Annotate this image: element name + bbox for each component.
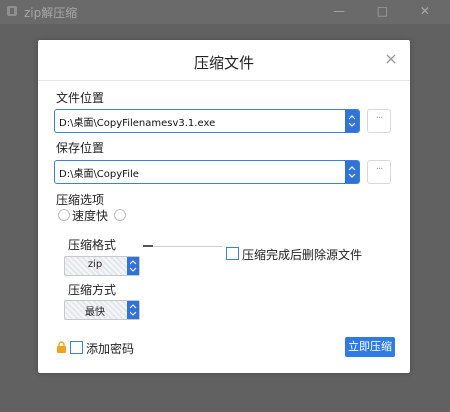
- slider-track[interactable]: [143, 246, 223, 247]
- compress-now-button[interactable]: 立即压缩: [345, 337, 395, 357]
- chevron-up-down-icon: [345, 110, 359, 132]
- compress-method-label: 压缩方式: [68, 283, 117, 297]
- slider-handle[interactable]: [143, 245, 153, 247]
- method-select[interactable]: 最快: [64, 300, 140, 320]
- ellipsis-icon: ···: [375, 113, 383, 124]
- save-location-value: D:\桌面\CopyFile: [59, 169, 139, 180]
- file-location-label: 文件位置: [56, 91, 105, 105]
- format-select[interactable]: zip: [64, 256, 140, 276]
- delete-source-checkbox[interactable]: [226, 247, 239, 260]
- save-location-label: 保存位置: [56, 141, 105, 155]
- dialog-title: 压缩文件: [193, 54, 254, 72]
- lock-icon: [56, 341, 67, 353]
- app-titlebar: zip解压缩 — □ ✕: [0, 0, 450, 24]
- chevron-up-down-icon: [345, 161, 359, 183]
- compress-format-label: 压缩格式: [68, 238, 117, 252]
- speed-option-radio[interactable]: [114, 209, 126, 221]
- title-divider: [38, 80, 410, 81]
- compress-options-label: 压缩选项: [56, 193, 105, 207]
- method-value: 最快: [85, 307, 105, 318]
- file-location-select[interactable]: D:\桌面\CopyFilenamesv3.1.exe: [54, 109, 360, 133]
- format-value: zip: [87, 259, 103, 270]
- save-location-select[interactable]: D:\桌面\CopyFile: [54, 160, 360, 184]
- file-browse-button[interactable]: ···: [367, 109, 391, 133]
- speed-fast-label: 速度快: [72, 209, 109, 223]
- add-password-checkbox[interactable]: [70, 341, 83, 354]
- compress-dialog: 压缩文件 文件位置 D:\桌面\CopyFilenamesv3.1.exe ··…: [38, 40, 410, 373]
- window-controls[interactable]: — □ ✕: [333, 4, 444, 18]
- save-browse-button[interactable]: ···: [367, 160, 391, 184]
- chevron-up-down-icon: [127, 257, 139, 275]
- speed-fast-radio[interactable]: [58, 209, 70, 221]
- ellipsis-icon: ···: [375, 164, 383, 175]
- app-title: zip解压缩: [24, 6, 78, 20]
- delete-source-label: 压缩完成后删除源文件: [242, 248, 363, 262]
- chevron-up-down-icon: [127, 301, 139, 319]
- file-location-value: D:\桌面\CopyFilenamesv3.1.exe: [59, 118, 216, 129]
- add-password-label: 添加密码: [86, 342, 135, 356]
- app-logo-icon: [6, 5, 18, 17]
- close-icon[interactable]: [384, 52, 398, 66]
